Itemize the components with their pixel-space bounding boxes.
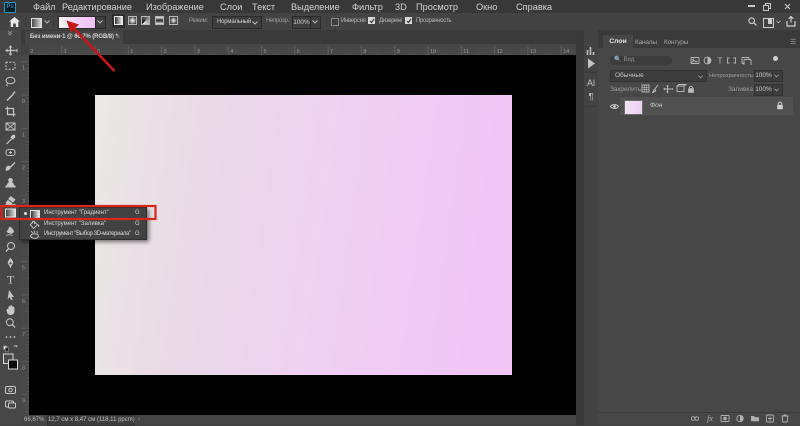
svg-text:T: T: [7, 273, 15, 287]
svg-text:1: 1: [22, 132, 25, 138]
svg-text:T: T: [717, 56, 722, 65]
svg-text:3: 3: [22, 199, 25, 205]
svg-text:9: 9: [22, 399, 25, 405]
svg-text:¶: ¶: [589, 92, 594, 102]
svg-text:5: 5: [22, 266, 25, 272]
svg-text:6: 6: [22, 299, 25, 305]
svg-text:2: 2: [22, 166, 25, 172]
svg-text:fx: fx: [707, 414, 713, 423]
svg-text:7: 7: [22, 332, 25, 338]
svg-text:8: 8: [22, 365, 25, 371]
svg-text:1: 1: [22, 66, 25, 72]
svg-text:0: 0: [22, 99, 25, 105]
svg-text:Al: Al: [587, 78, 595, 88]
